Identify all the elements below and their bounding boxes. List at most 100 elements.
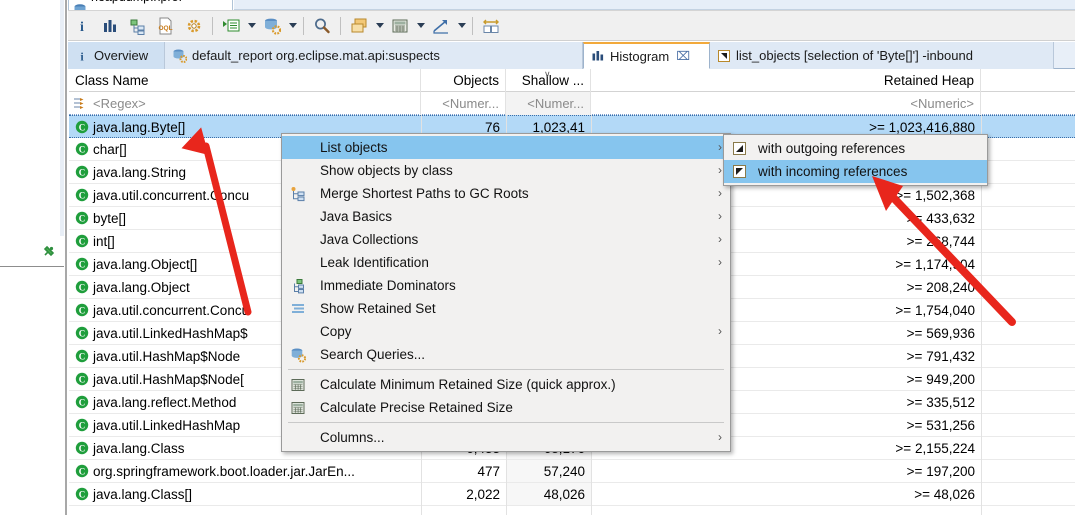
java-class-icon: C bbox=[75, 349, 89, 363]
left-gutter-accent bbox=[60, 0, 64, 236]
immediate-dominators-icon bbox=[290, 278, 306, 294]
java-class-icon: C bbox=[75, 372, 89, 386]
tab-histogram-close-icon[interactable]: ⌧ bbox=[676, 50, 690, 62]
tab-overview[interactable]: i Overview bbox=[68, 42, 165, 69]
submenu-chevron-icon: › bbox=[718, 234, 722, 244]
column-header-retained-heap[interactable]: Retained Heap bbox=[591, 69, 981, 92]
context-menu: List objects › Show objects by class › M… bbox=[281, 133, 731, 452]
menu-item-search-queries[interactable]: Search Queries... bbox=[282, 343, 730, 366]
calculator-icon bbox=[290, 400, 306, 416]
svg-text:C: C bbox=[79, 490, 86, 500]
java-class-icon: C bbox=[75, 234, 89, 248]
search-queries-icon[interactable] bbox=[259, 13, 285, 39]
menu-item-calculate-minimum-retained-size[interactable]: Calculate Minimum Retained Size (quick a… bbox=[282, 373, 730, 396]
submenu-item-with-incoming-references[interactable]: with incoming references bbox=[724, 160, 987, 183]
toolbar-separator-4 bbox=[472, 17, 473, 35]
submenu-item-with-outgoing-references[interactable]: with outgoing references bbox=[724, 137, 987, 160]
filter-class-name[interactable]: <Regex> bbox=[69, 92, 421, 115]
top-tabstrip-filler bbox=[234, 0, 1075, 10]
menu-item-merge-shortest-paths-to-gc-roots[interactable]: Merge Shortest Paths to GC Roots › bbox=[282, 182, 730, 205]
export-dropdown-arrow[interactable] bbox=[455, 13, 468, 39]
toolbar-separator-2 bbox=[303, 17, 304, 35]
search-queries-icon bbox=[290, 347, 306, 363]
svg-text:C: C bbox=[79, 214, 86, 224]
svg-text:OQL: OQL bbox=[158, 25, 172, 32]
filter-retained-heap[interactable]: <Numeric> bbox=[591, 92, 981, 115]
left-gutter bbox=[0, 0, 68, 515]
tab-histogram-label: Histogram bbox=[610, 49, 669, 64]
cell-retained-heap: >= 48,026 bbox=[591, 483, 981, 505]
editor-tab-heapdump-label: heapdump.hprof bbox=[91, 0, 182, 4]
submenu-chevron-icon: › bbox=[718, 142, 722, 152]
query-browser-dropdown-arrow[interactable] bbox=[245, 13, 258, 39]
calculate-retained-size-icon[interactable] bbox=[387, 13, 413, 39]
overview-info-icon[interactable]: i bbox=[69, 13, 95, 39]
svg-text:C: C bbox=[79, 123, 86, 133]
submenu-chevron-icon: › bbox=[718, 211, 722, 221]
editor-tab-heapdump[interactable]: heapdump.hprof bbox=[68, 0, 233, 10]
menu-item-show-objects-by-class[interactable]: Show objects by class › bbox=[282, 159, 730, 182]
svg-text:C: C bbox=[79, 352, 86, 362]
left-gutter-separator bbox=[65, 0, 67, 515]
run-expert-system-test-icon[interactable] bbox=[181, 13, 207, 39]
group-by-dropdown-arrow[interactable] bbox=[373, 13, 386, 39]
svg-text:C: C bbox=[79, 145, 86, 155]
java-class-icon: C bbox=[75, 441, 89, 455]
svg-text:C: C bbox=[79, 191, 86, 201]
export-icon[interactable] bbox=[428, 13, 454, 39]
table-row[interactable]: C java.lang.Class[] 2,022 48,026 >= 48,0… bbox=[69, 483, 1075, 506]
menu-item-list-objects[interactable]: List objects › bbox=[282, 136, 730, 159]
list-objects-submenu: with outgoing references with incoming r… bbox=[723, 134, 988, 186]
column-header-shallow-heap[interactable]: ∨ Shallow ... bbox=[506, 69, 591, 92]
list-objects-icon bbox=[717, 49, 731, 63]
search-queries-dropdown-arrow[interactable] bbox=[286, 13, 299, 39]
calculator-icon bbox=[290, 377, 306, 393]
menu-item-java-basics[interactable]: Java Basics › bbox=[282, 205, 730, 228]
column-header-class-name[interactable]: Class Name bbox=[69, 69, 421, 92]
filter-shallow-heap[interactable]: <Numer... bbox=[506, 92, 591, 115]
java-class-icon: C bbox=[75, 280, 89, 294]
tab-list-objects[interactable]: list_objects [selection of 'Byte[]'] -in… bbox=[710, 42, 1054, 69]
toolbar: i OQL bbox=[68, 10, 1075, 41]
group-by-icon[interactable] bbox=[346, 13, 372, 39]
dominator-tree-icon[interactable] bbox=[125, 13, 151, 39]
svg-text:C: C bbox=[79, 168, 86, 178]
toolbar-separator bbox=[212, 17, 213, 35]
tab-default-report-label: default_report org.eclipse.mat.api:suspe… bbox=[192, 48, 440, 63]
java-class-icon: C bbox=[75, 211, 89, 225]
cell-class-name: C org.springframework.boot.loader.jar.Ja… bbox=[69, 460, 421, 482]
incoming-references-icon bbox=[732, 164, 747, 179]
menu-item-show-retained-set[interactable]: Show Retained Set bbox=[282, 297, 730, 320]
filter-objects[interactable]: <Numer... bbox=[421, 92, 506, 115]
java-class-icon: C bbox=[75, 142, 89, 156]
pin-view-icon[interactable] bbox=[42, 244, 56, 258]
svg-text:C: C bbox=[79, 283, 86, 293]
open-query-browser-icon[interactable] bbox=[218, 13, 244, 39]
java-class-icon: C bbox=[75, 303, 89, 317]
submenu-chevron-icon: › bbox=[718, 432, 722, 442]
menu-separator bbox=[288, 369, 724, 370]
cell-shallow-heap: 48,026 bbox=[506, 483, 591, 505]
table-row[interactable]: C org.springframework.boot.loader.jar.Ja… bbox=[69, 460, 1075, 483]
tab-histogram[interactable]: Histogram ⌧ bbox=[583, 42, 710, 69]
menu-item-immediate-dominators[interactable]: Immediate Dominators bbox=[282, 274, 730, 297]
svg-text:i: i bbox=[80, 20, 84, 35]
menu-item-java-collections[interactable]: Java Collections › bbox=[282, 228, 730, 251]
menu-item-copy[interactable]: Copy › bbox=[282, 320, 730, 343]
cell-objects: 477 bbox=[421, 460, 506, 482]
report-icon bbox=[172, 48, 187, 63]
menu-item-calculate-precise-retained-size[interactable]: Calculate Precise Retained Size bbox=[282, 396, 730, 419]
calculate-dropdown-arrow[interactable] bbox=[414, 13, 427, 39]
oql-icon[interactable]: OQL bbox=[153, 13, 179, 39]
menu-item-columns[interactable]: Columns... › bbox=[282, 426, 730, 449]
find-icon[interactable] bbox=[309, 13, 335, 39]
merge-paths-icon bbox=[290, 186, 306, 202]
column-header-objects[interactable]: Objects bbox=[421, 69, 506, 92]
histogram-icon[interactable] bbox=[97, 13, 123, 39]
table-filter-row: <Regex> <Numer... <Numer... <Numeric> bbox=[69, 92, 1075, 115]
tab-default-report[interactable]: default_report org.eclipse.mat.api:suspe… bbox=[165, 42, 583, 69]
tab-overview-label: Overview bbox=[94, 48, 148, 63]
outgoing-references-icon bbox=[732, 141, 747, 156]
menu-item-leak-identification[interactable]: Leak Identification › bbox=[282, 251, 730, 274]
compare-icon[interactable] bbox=[478, 13, 504, 39]
